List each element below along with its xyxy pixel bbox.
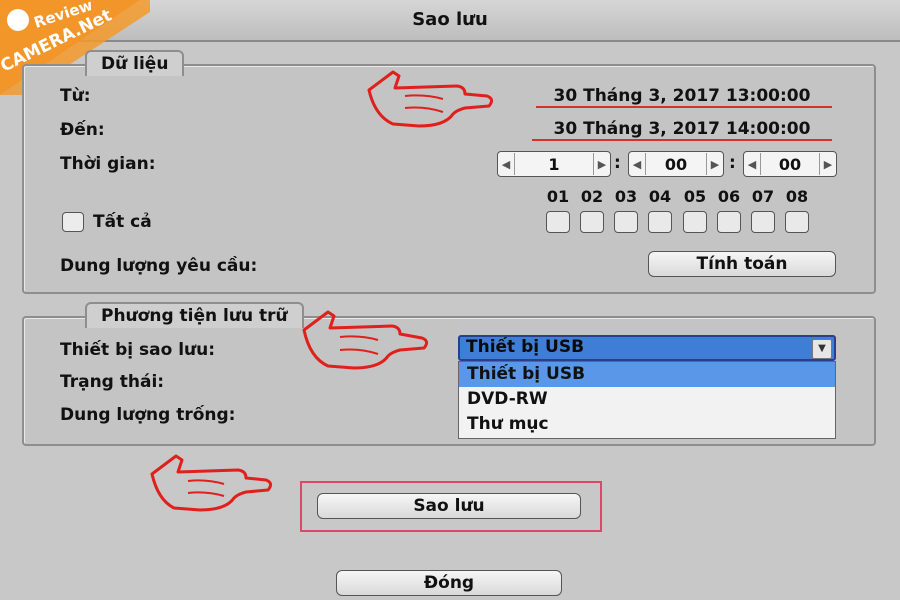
channel-number: 07 bbox=[751, 187, 775, 206]
to-label: Đến: bbox=[60, 120, 105, 140]
pointing-hand-icon bbox=[150, 454, 273, 512]
colon-separator: : bbox=[729, 153, 736, 173]
free-space-label: Dung lượng trống: bbox=[60, 405, 236, 425]
channel-checkbox[interactable] bbox=[751, 211, 775, 233]
channel-number: 08 bbox=[785, 187, 809, 206]
storage-legend: Phương tiện lưu trữ bbox=[85, 302, 304, 328]
to-underline bbox=[532, 139, 832, 141]
backup-device-dropdown: Thiết bị USB DVD-RW Thư mục bbox=[458, 361, 836, 439]
channel-number: 06 bbox=[717, 187, 741, 206]
from-underline bbox=[536, 106, 832, 108]
channel-checkbox[interactable] bbox=[785, 211, 809, 233]
required-size-label: Dung lượng yêu cầu: bbox=[60, 256, 258, 276]
hours-value: 1 bbox=[548, 154, 560, 174]
channel-number: 04 bbox=[648, 187, 672, 206]
backup-device-selected-value: Thiết bị USB bbox=[466, 337, 585, 357]
channel-number: 02 bbox=[580, 187, 604, 206]
colon-separator: : bbox=[614, 153, 621, 173]
left-arrow-icon[interactable]: ◀ bbox=[744, 153, 761, 175]
backup-device-select[interactable]: Thiết bị USB ▼ bbox=[458, 335, 836, 361]
chevron-down-icon[interactable]: ▼ bbox=[812, 339, 832, 359]
right-arrow-icon[interactable]: ▶ bbox=[819, 153, 836, 175]
channel-checkbox[interactable] bbox=[683, 211, 707, 233]
to-datetime[interactable]: 30 Tháng 3, 2017 14:00:00 bbox=[532, 119, 832, 139]
channel-checkbox[interactable] bbox=[546, 211, 570, 233]
pointing-hand-icon bbox=[367, 70, 494, 128]
hours-stepper[interactable]: ◀ 1 ▶ bbox=[497, 151, 611, 177]
channel-number: 03 bbox=[614, 187, 638, 206]
seconds-stepper[interactable]: ◀ 00 ▶ bbox=[743, 151, 837, 177]
channel-number: 01 bbox=[546, 187, 570, 206]
device-option-usb[interactable]: Thiết bị USB bbox=[459, 362, 835, 387]
channel-checkbox[interactable] bbox=[717, 211, 741, 233]
calculate-button[interactable]: Tính toán bbox=[648, 251, 836, 277]
minutes-value: 00 bbox=[664, 154, 688, 174]
right-arrow-icon[interactable]: ▶ bbox=[706, 153, 723, 175]
device-option-dvd[interactable]: DVD-RW bbox=[459, 387, 835, 412]
device-option-folder[interactable]: Thư mục bbox=[459, 412, 835, 437]
seconds-value: 00 bbox=[778, 154, 802, 174]
data-legend: Dữ liệu bbox=[85, 50, 185, 76]
backup-device-label: Thiết bị sao lưu: bbox=[60, 340, 216, 360]
left-arrow-icon[interactable]: ◀ bbox=[498, 153, 515, 175]
from-label: Từ: bbox=[60, 86, 91, 106]
from-datetime[interactable]: 30 Tháng 3, 2017 13:00:00 bbox=[532, 86, 832, 106]
channel-checkbox[interactable] bbox=[580, 211, 604, 233]
close-button[interactable]: Đóng bbox=[336, 570, 562, 596]
channel-checkbox[interactable] bbox=[648, 211, 672, 233]
select-all-label: Tất cả bbox=[93, 212, 152, 232]
select-all-checkbox[interactable] bbox=[62, 212, 84, 232]
left-arrow-icon[interactable]: ◀ bbox=[629, 153, 646, 175]
channel-checkbox[interactable] bbox=[614, 211, 638, 233]
channel-number: 05 bbox=[683, 187, 707, 206]
duration-label: Thời gian: bbox=[60, 154, 156, 174]
backup-button[interactable]: Sao lưu bbox=[317, 493, 581, 519]
right-arrow-icon[interactable]: ▶ bbox=[593, 153, 610, 175]
minutes-stepper[interactable]: ◀ 00 ▶ bbox=[628, 151, 724, 177]
status-label: Trạng thái: bbox=[60, 372, 165, 392]
pointing-hand-icon bbox=[302, 310, 429, 370]
